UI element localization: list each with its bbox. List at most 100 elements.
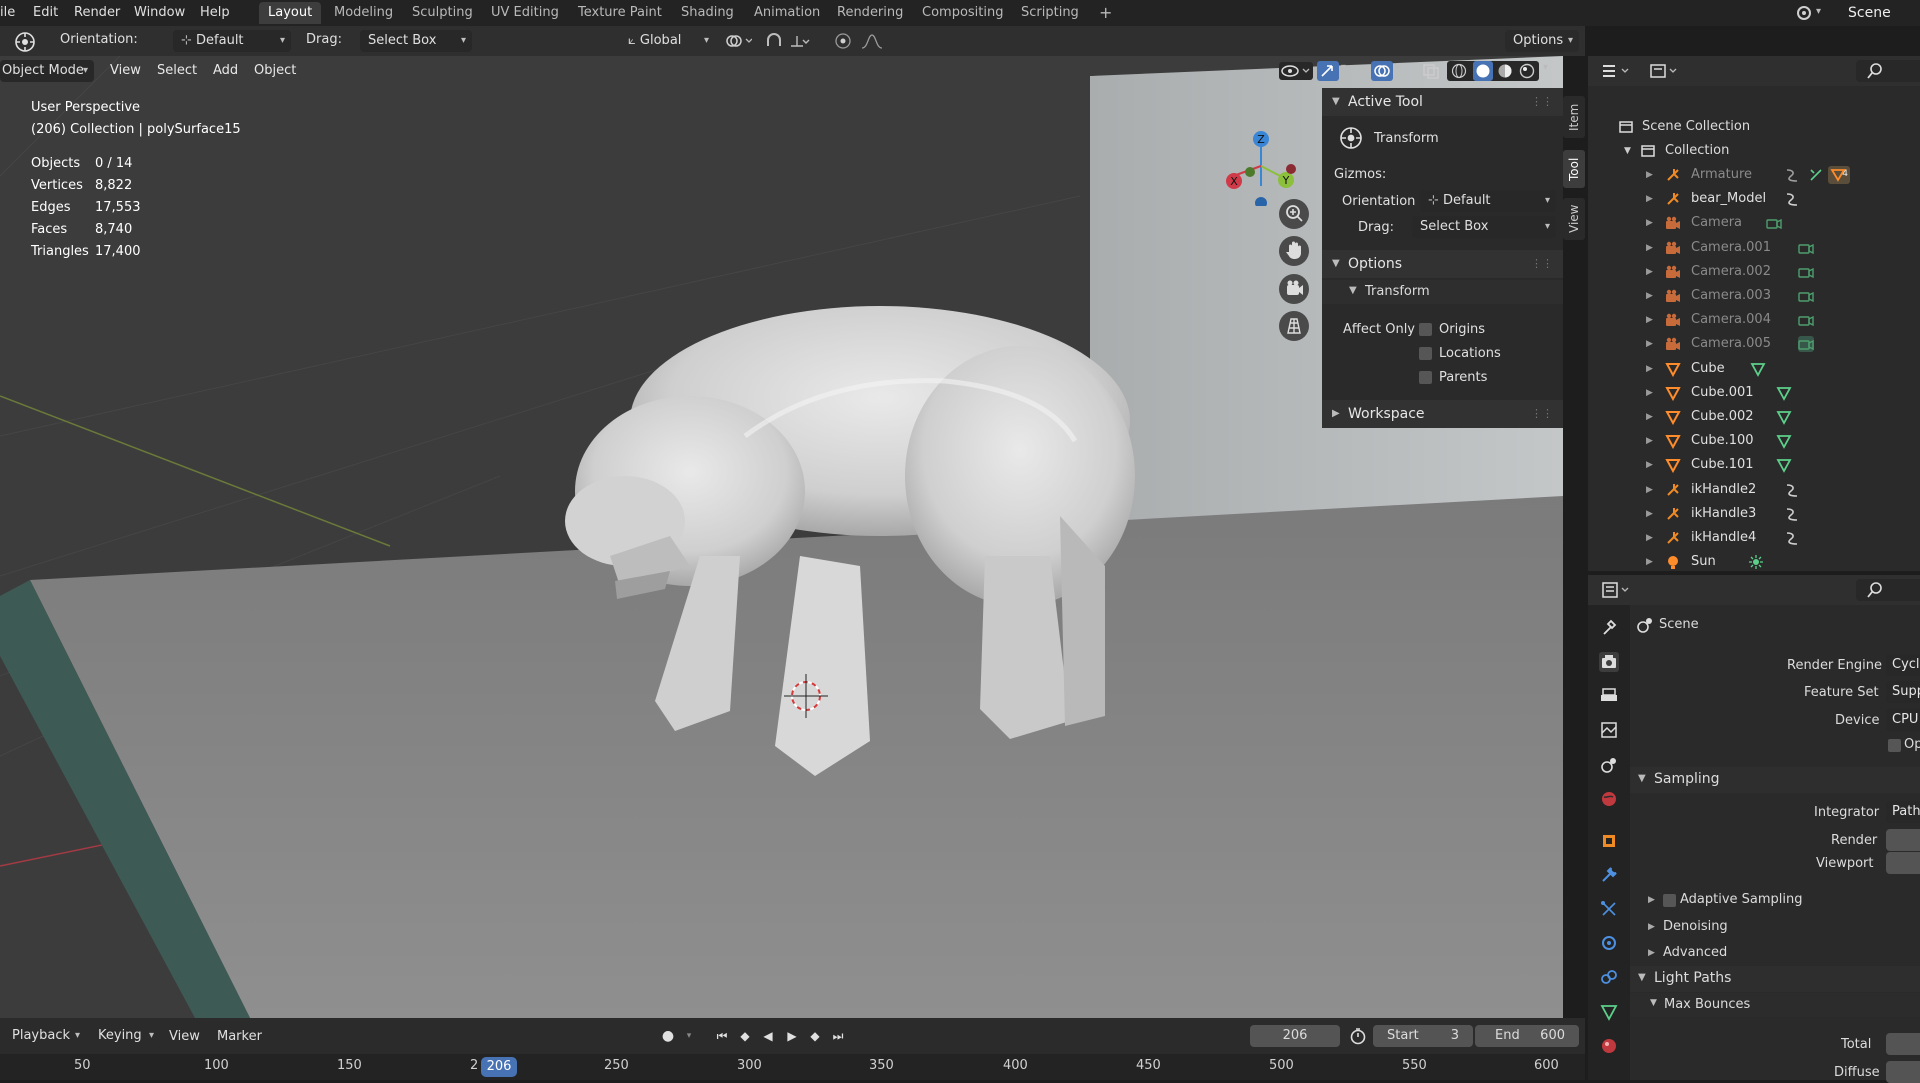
scene-name[interactable]: Scene bbox=[1848, 0, 1891, 26]
zoom-icon[interactable] bbox=[1279, 199, 1309, 229]
keying-menu[interactable]: Keying ▾ bbox=[90, 1025, 160, 1047]
outliner-item[interactable]: ▶ Camera.002 bbox=[1588, 260, 1920, 284]
camera-data-icon[interactable] bbox=[1798, 240, 1814, 256]
outliner-item[interactable]: ▶ ikHandle3 bbox=[1588, 502, 1920, 526]
expand-arrow-icon[interactable]: ▶ bbox=[1646, 187, 1653, 211]
npanel-drag-dropdown[interactable]: Select Box ▾ bbox=[1412, 216, 1556, 238]
collection-row[interactable]: ▼ Collection bbox=[1588, 139, 1920, 163]
max-bounces-header[interactable]: ▼ Max Bounces bbox=[1630, 993, 1920, 1017]
particles-tab-icon[interactable] bbox=[1599, 899, 1619, 919]
timeline-menu-view[interactable]: View bbox=[169, 1029, 200, 1044]
viewport-samples-field[interactable] bbox=[1886, 852, 1920, 874]
mesh-data-icon[interactable] bbox=[1776, 433, 1792, 450]
outliner-item[interactable]: ▶ Camera bbox=[1588, 211, 1920, 235]
expand-arrow-icon[interactable]: ▶ bbox=[1646, 260, 1653, 284]
playback-menu[interactable]: Playback ▾ bbox=[4, 1025, 86, 1047]
workspace-header[interactable]: ▶ Workspace ⋮⋮ bbox=[1322, 400, 1563, 428]
render-engine-dropdown[interactable]: Cycl bbox=[1886, 654, 1920, 676]
denoising-label[interactable]: Denoising bbox=[1663, 919, 1728, 934]
gizmo-toggle-icon[interactable] bbox=[1317, 61, 1339, 81]
device-dropdown[interactable]: CPU bbox=[1886, 709, 1920, 731]
jump-start-icon[interactable]: ⏮ bbox=[713, 1026, 731, 1046]
drag-handle-icon[interactable]: ⋮⋮ bbox=[1531, 88, 1553, 116]
outliner-search-input[interactable] bbox=[1856, 60, 1920, 82]
expand-arrow-icon[interactable]: ▶ bbox=[1646, 526, 1653, 550]
timeline-ruler[interactable]: 50 100 150 2 250 300 350 400 450 500 550… bbox=[0, 1054, 1585, 1080]
collapse-arrow-icon[interactable]: ▼ bbox=[1624, 139, 1631, 163]
outliner-item[interactable]: ▶ Cube bbox=[1588, 357, 1920, 381]
expand-arrow-icon[interactable]: ▶ bbox=[1646, 236, 1653, 260]
proportional-editing-icon[interactable] bbox=[834, 32, 852, 50]
npanel-tab-tool[interactable]: Tool bbox=[1563, 150, 1585, 188]
navigation-gizmo[interactable]: Z Y X bbox=[1210, 96, 1320, 206]
output-tab-icon[interactable] bbox=[1599, 686, 1619, 706]
chevron-down-icon[interactable]: ▾ bbox=[680, 1026, 698, 1046]
end-frame-field[interactable]: End 600 bbox=[1475, 1025, 1579, 1047]
tool-tab-icon[interactable] bbox=[1599, 617, 1619, 637]
npanel-tab-view[interactable]: View bbox=[1563, 198, 1585, 240]
sampling-header[interactable]: ▼ Sampling bbox=[1630, 767, 1920, 793]
chevron-down-icon[interactable]: ▾ bbox=[1543, 62, 1548, 73]
expand-arrow-icon[interactable]: ▶ bbox=[1646, 284, 1653, 308]
view-layer-tab-icon[interactable] bbox=[1599, 720, 1619, 740]
drag-handle-icon[interactable]: ⋮⋮ bbox=[1531, 250, 1553, 278]
expand-arrow-icon[interactable]: ▶ bbox=[1646, 502, 1653, 526]
pivot-point-icon[interactable] bbox=[724, 32, 753, 50]
orientation-dropdown[interactable]: ⊹ Default ▾ bbox=[173, 30, 291, 52]
camera-data-icon[interactable] bbox=[1798, 312, 1814, 328]
mesh-data-icon[interactable] bbox=[1776, 457, 1792, 474]
expand-arrow-icon[interactable]: ▶ bbox=[1646, 163, 1653, 187]
outliner-item[interactable]: ▶ Cube.002 bbox=[1588, 405, 1920, 429]
falloff-icon[interactable] bbox=[860, 32, 890, 50]
expand-arrow-icon[interactable]: ▶ bbox=[1648, 922, 1655, 932]
properties-search-input[interactable] bbox=[1856, 579, 1920, 601]
armature-data-icon[interactable] bbox=[1784, 530, 1800, 546]
parents-checkbox[interactable] bbox=[1419, 371, 1432, 384]
npanel-orientation-dropdown[interactable]: ⊹ Default ▾ bbox=[1420, 190, 1556, 212]
expand-arrow-icon[interactable]: ▶ bbox=[1648, 895, 1655, 905]
outliner-item[interactable]: ▶ Cube.101 bbox=[1588, 453, 1920, 477]
bone-icon[interactable] bbox=[1808, 167, 1824, 183]
start-frame-field[interactable]: Start 3 bbox=[1373, 1025, 1473, 1047]
expand-arrow-icon[interactable]: ▶ bbox=[1646, 405, 1653, 429]
feature-set-dropdown[interactable]: Supp bbox=[1886, 681, 1920, 703]
scene-icon[interactable] bbox=[1795, 4, 1813, 22]
overlays-toggle-icon[interactable] bbox=[1371, 61, 1393, 81]
xray-toggle-icon[interactable] bbox=[1421, 62, 1441, 80]
mesh-data-icon[interactable] bbox=[1776, 385, 1792, 401]
outliner-item[interactable]: ▶ Armature 4 bbox=[1588, 163, 1920, 187]
tab-modeling[interactable]: Modeling bbox=[325, 2, 402, 24]
pan-hand-icon[interactable] bbox=[1279, 236, 1309, 266]
open-shading-checkbox[interactable] bbox=[1888, 739, 1901, 752]
scene-collection-row[interactable]: Scene Collection bbox=[1588, 115, 1920, 139]
expand-arrow-icon[interactable]: ▶ bbox=[1646, 453, 1653, 477]
data-tab-icon[interactable] bbox=[1599, 1002, 1619, 1022]
transform-orientation-dropdown[interactable]: ⟀ Global ▾ bbox=[620, 30, 715, 52]
display-mode-icon[interactable] bbox=[1648, 61, 1682, 81]
camera-data-icon[interactable] bbox=[1798, 288, 1814, 304]
light-paths-header[interactable]: ▼ Light Paths bbox=[1630, 966, 1920, 992]
editor-type-icon[interactable] bbox=[1600, 61, 1634, 81]
drag-dropdown[interactable]: Select Box ▾ bbox=[360, 30, 472, 52]
menu-help[interactable]: Help bbox=[200, 0, 230, 26]
expand-arrow-icon[interactable]: ▶ bbox=[1646, 211, 1653, 235]
outliner-item[interactable]: ▶ ikHandle2 bbox=[1588, 478, 1920, 502]
timeline-menu-marker[interactable]: Marker bbox=[217, 1029, 262, 1044]
tab-layout[interactable]: Layout bbox=[259, 2, 322, 24]
integrator-dropdown[interactable]: Path bbox=[1886, 801, 1920, 823]
mesh-data-icon[interactable] bbox=[1776, 409, 1792, 425]
snap-target-icon[interactable] bbox=[789, 32, 813, 50]
tab-uv-editing[interactable]: UV Editing bbox=[482, 2, 568, 24]
expand-arrow-icon[interactable]: ▶ bbox=[1646, 381, 1653, 405]
camera-data-icon[interactable] bbox=[1798, 264, 1814, 280]
tab-animation[interactable]: Animation bbox=[745, 2, 829, 24]
armature-modifier-icon[interactable]: 4 bbox=[1828, 166, 1850, 184]
constraints-tab-icon[interactable] bbox=[1599, 967, 1619, 987]
advanced-label[interactable]: Advanced bbox=[1663, 945, 1727, 960]
expand-arrow-icon[interactable]: ▶ bbox=[1648, 948, 1655, 958]
tab-rendering[interactable]: Rendering bbox=[828, 2, 912, 24]
tab-sculpting[interactable]: Sculpting bbox=[403, 2, 482, 24]
options-dropdown[interactable]: Options ▾ bbox=[1505, 30, 1579, 52]
camera-view-icon[interactable] bbox=[1279, 274, 1309, 304]
armature-data-icon[interactable] bbox=[1784, 506, 1800, 522]
